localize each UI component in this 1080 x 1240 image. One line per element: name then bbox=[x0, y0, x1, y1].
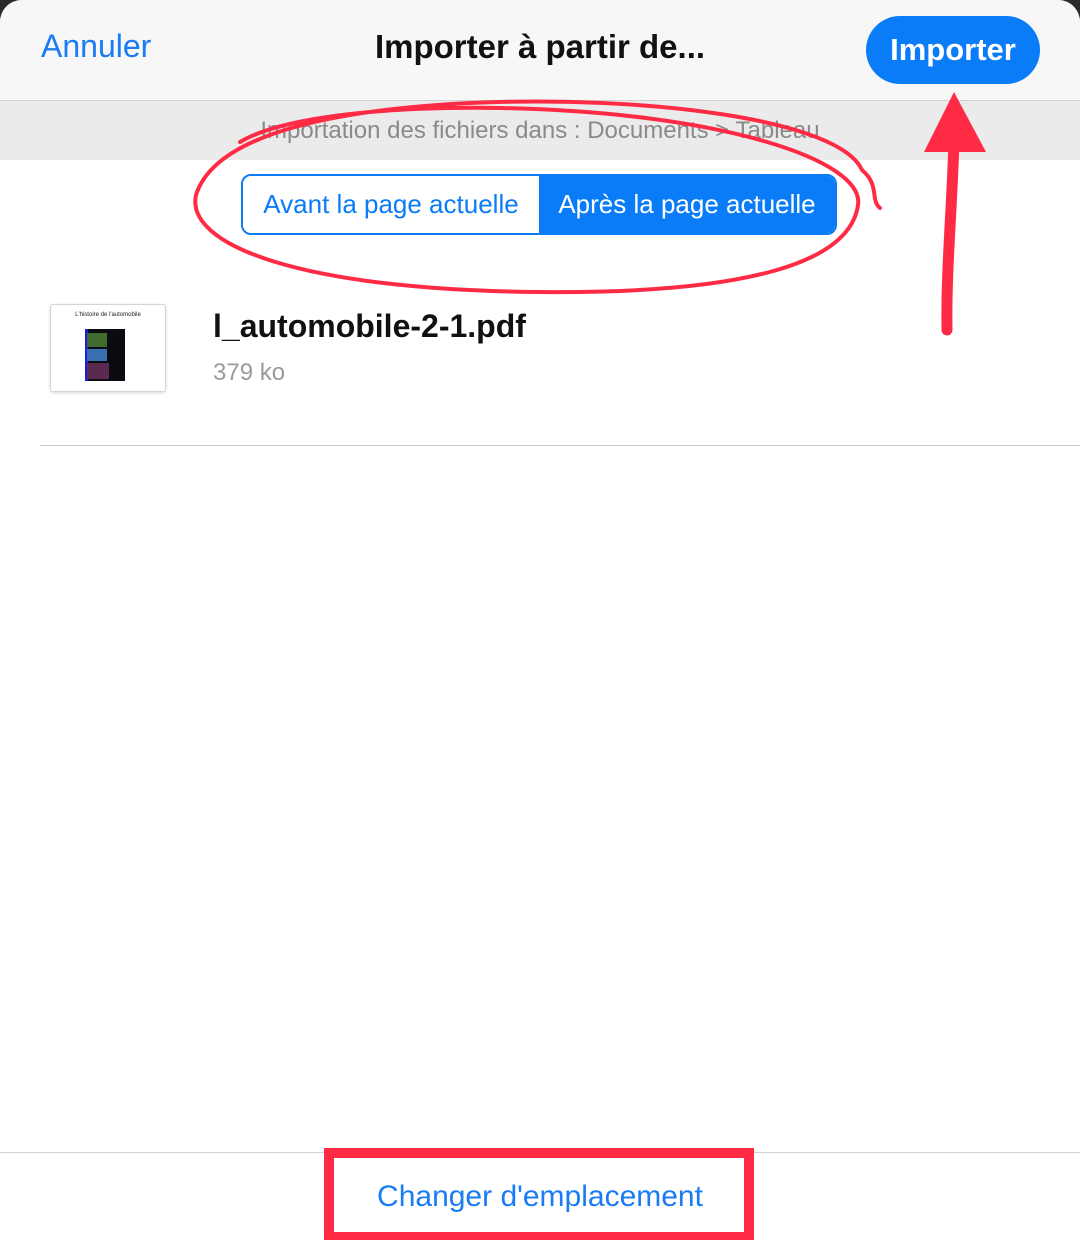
thumbnail-title: L'histoire de l'automobile bbox=[75, 312, 141, 318]
import-button[interactable]: Importer bbox=[866, 16, 1040, 84]
destination-path-text: Importation des fichiers dans : Document… bbox=[260, 117, 820, 144]
segment-before-current-page[interactable]: Avant la page actuelle bbox=[243, 176, 539, 233]
file-name: l_automobile-2-1.pdf bbox=[213, 308, 526, 344]
file-size: 379 ko bbox=[213, 359, 286, 386]
segment-after-current-page[interactable]: Après la page actuelle bbox=[539, 176, 835, 233]
file-list-item[interactable]: L'histoire de l'automobile l_automobile-… bbox=[40, 280, 1080, 446]
insert-position-segmented-control: Avant la page actuelle Après la page act… bbox=[241, 174, 837, 235]
thumbnail-image bbox=[85, 329, 125, 381]
import-sheet: Annuler Importer à partir de... Importer… bbox=[0, 0, 1080, 1240]
change-location-button[interactable]: Changer d'emplacement bbox=[0, 1180, 1080, 1214]
pdf-thumbnail: L'histoire de l'automobile bbox=[50, 304, 166, 392]
navigation-bar: Annuler Importer à partir de... Importer bbox=[0, 0, 1080, 101]
destination-info-bar: Importation des fichiers dans : Document… bbox=[0, 101, 1080, 160]
footer-bar: Changer d'emplacement bbox=[0, 1152, 1080, 1240]
